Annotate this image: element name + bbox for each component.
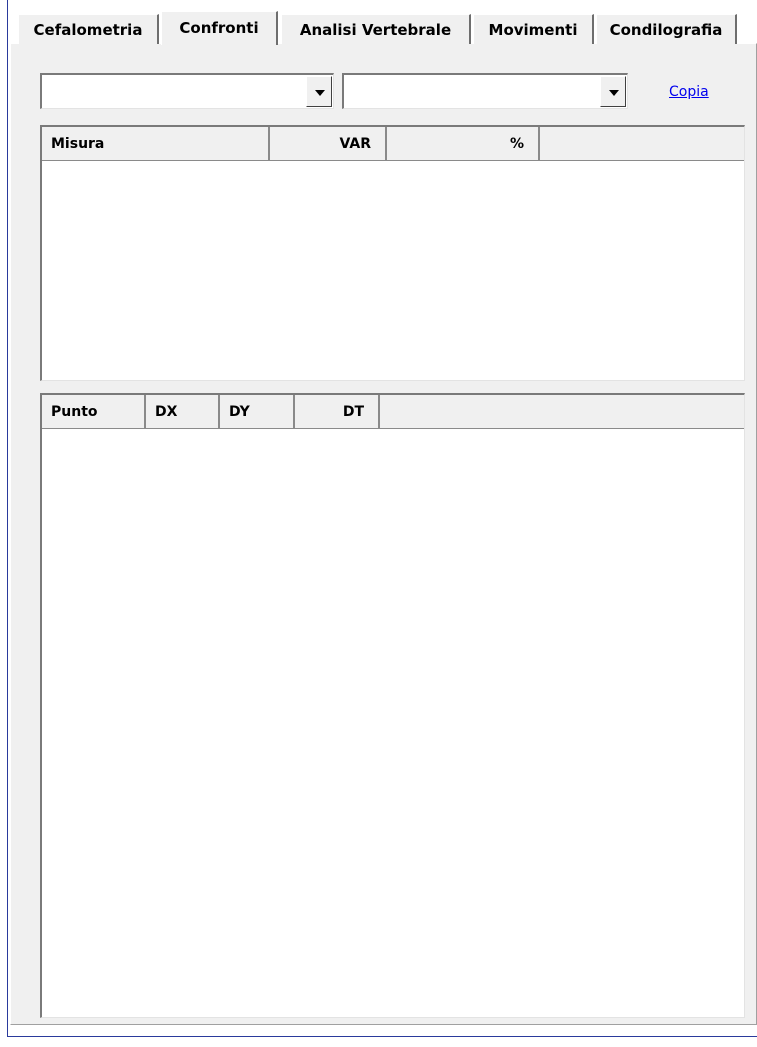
measures-listview[interactable]: Misura VAR % — [40, 125, 745, 381]
window-frame: Cefalometria Confronti Analisi Vertebral… — [0, 0, 757, 1047]
column-header-punto[interactable]: Punto — [42, 395, 146, 428]
frame-border-bottom — [7, 1036, 757, 1037]
tab-label: Confronti — [179, 18, 259, 37]
column-header-dt[interactable]: DT — [295, 395, 380, 428]
column-header-dy[interactable]: DY — [220, 395, 295, 428]
tab-analisi-vertebrale[interactable]: Analisi Vertebrale — [281, 14, 471, 44]
column-header-dx[interactable]: DX — [146, 395, 220, 428]
column-header-filler — [380, 395, 745, 428]
compare-select-left[interactable] — [40, 73, 334, 109]
column-header-var[interactable]: VAR — [270, 127, 387, 160]
column-label: Misura — [51, 135, 105, 152]
tab-label: Movimenti — [488, 20, 578, 39]
tab-cefalometria[interactable]: Cefalometria — [18, 14, 159, 44]
tab-movimenti[interactable]: Movimenti — [473, 14, 594, 44]
tab-label: Analisi Vertebrale — [299, 20, 452, 39]
column-label: Punto — [51, 403, 98, 420]
column-label: DX — [155, 403, 178, 420]
tab-condilografia[interactable]: Condilografia — [596, 14, 737, 44]
dropdown-button[interactable] — [306, 76, 332, 107]
tab-label: Cefalometria — [33, 20, 143, 39]
dropdown-button[interactable] — [600, 76, 626, 107]
column-header-filler — [540, 127, 745, 160]
chevron-down-icon — [609, 90, 619, 96]
compare-select-right[interactable] — [342, 73, 628, 109]
points-listview[interactable]: Punto DX DY DT — [40, 393, 745, 1018]
column-header-percent[interactable]: % — [387, 127, 540, 160]
column-label: % — [509, 135, 524, 152]
measures-header: Misura VAR % — [42, 127, 744, 161]
column-label: DY — [229, 403, 250, 420]
column-header-misura[interactable]: Misura — [42, 127, 270, 160]
frame-border-left — [7, 0, 8, 1036]
copy-link[interactable]: Copia — [669, 84, 709, 100]
chevron-down-icon — [315, 90, 325, 96]
column-label: DT — [342, 403, 364, 420]
tab-confronti[interactable]: Confronti — [161, 11, 278, 45]
column-label: VAR — [339, 135, 372, 152]
tab-label: Condilografia — [609, 20, 723, 39]
points-header: Punto DX DY DT — [42, 395, 744, 429]
